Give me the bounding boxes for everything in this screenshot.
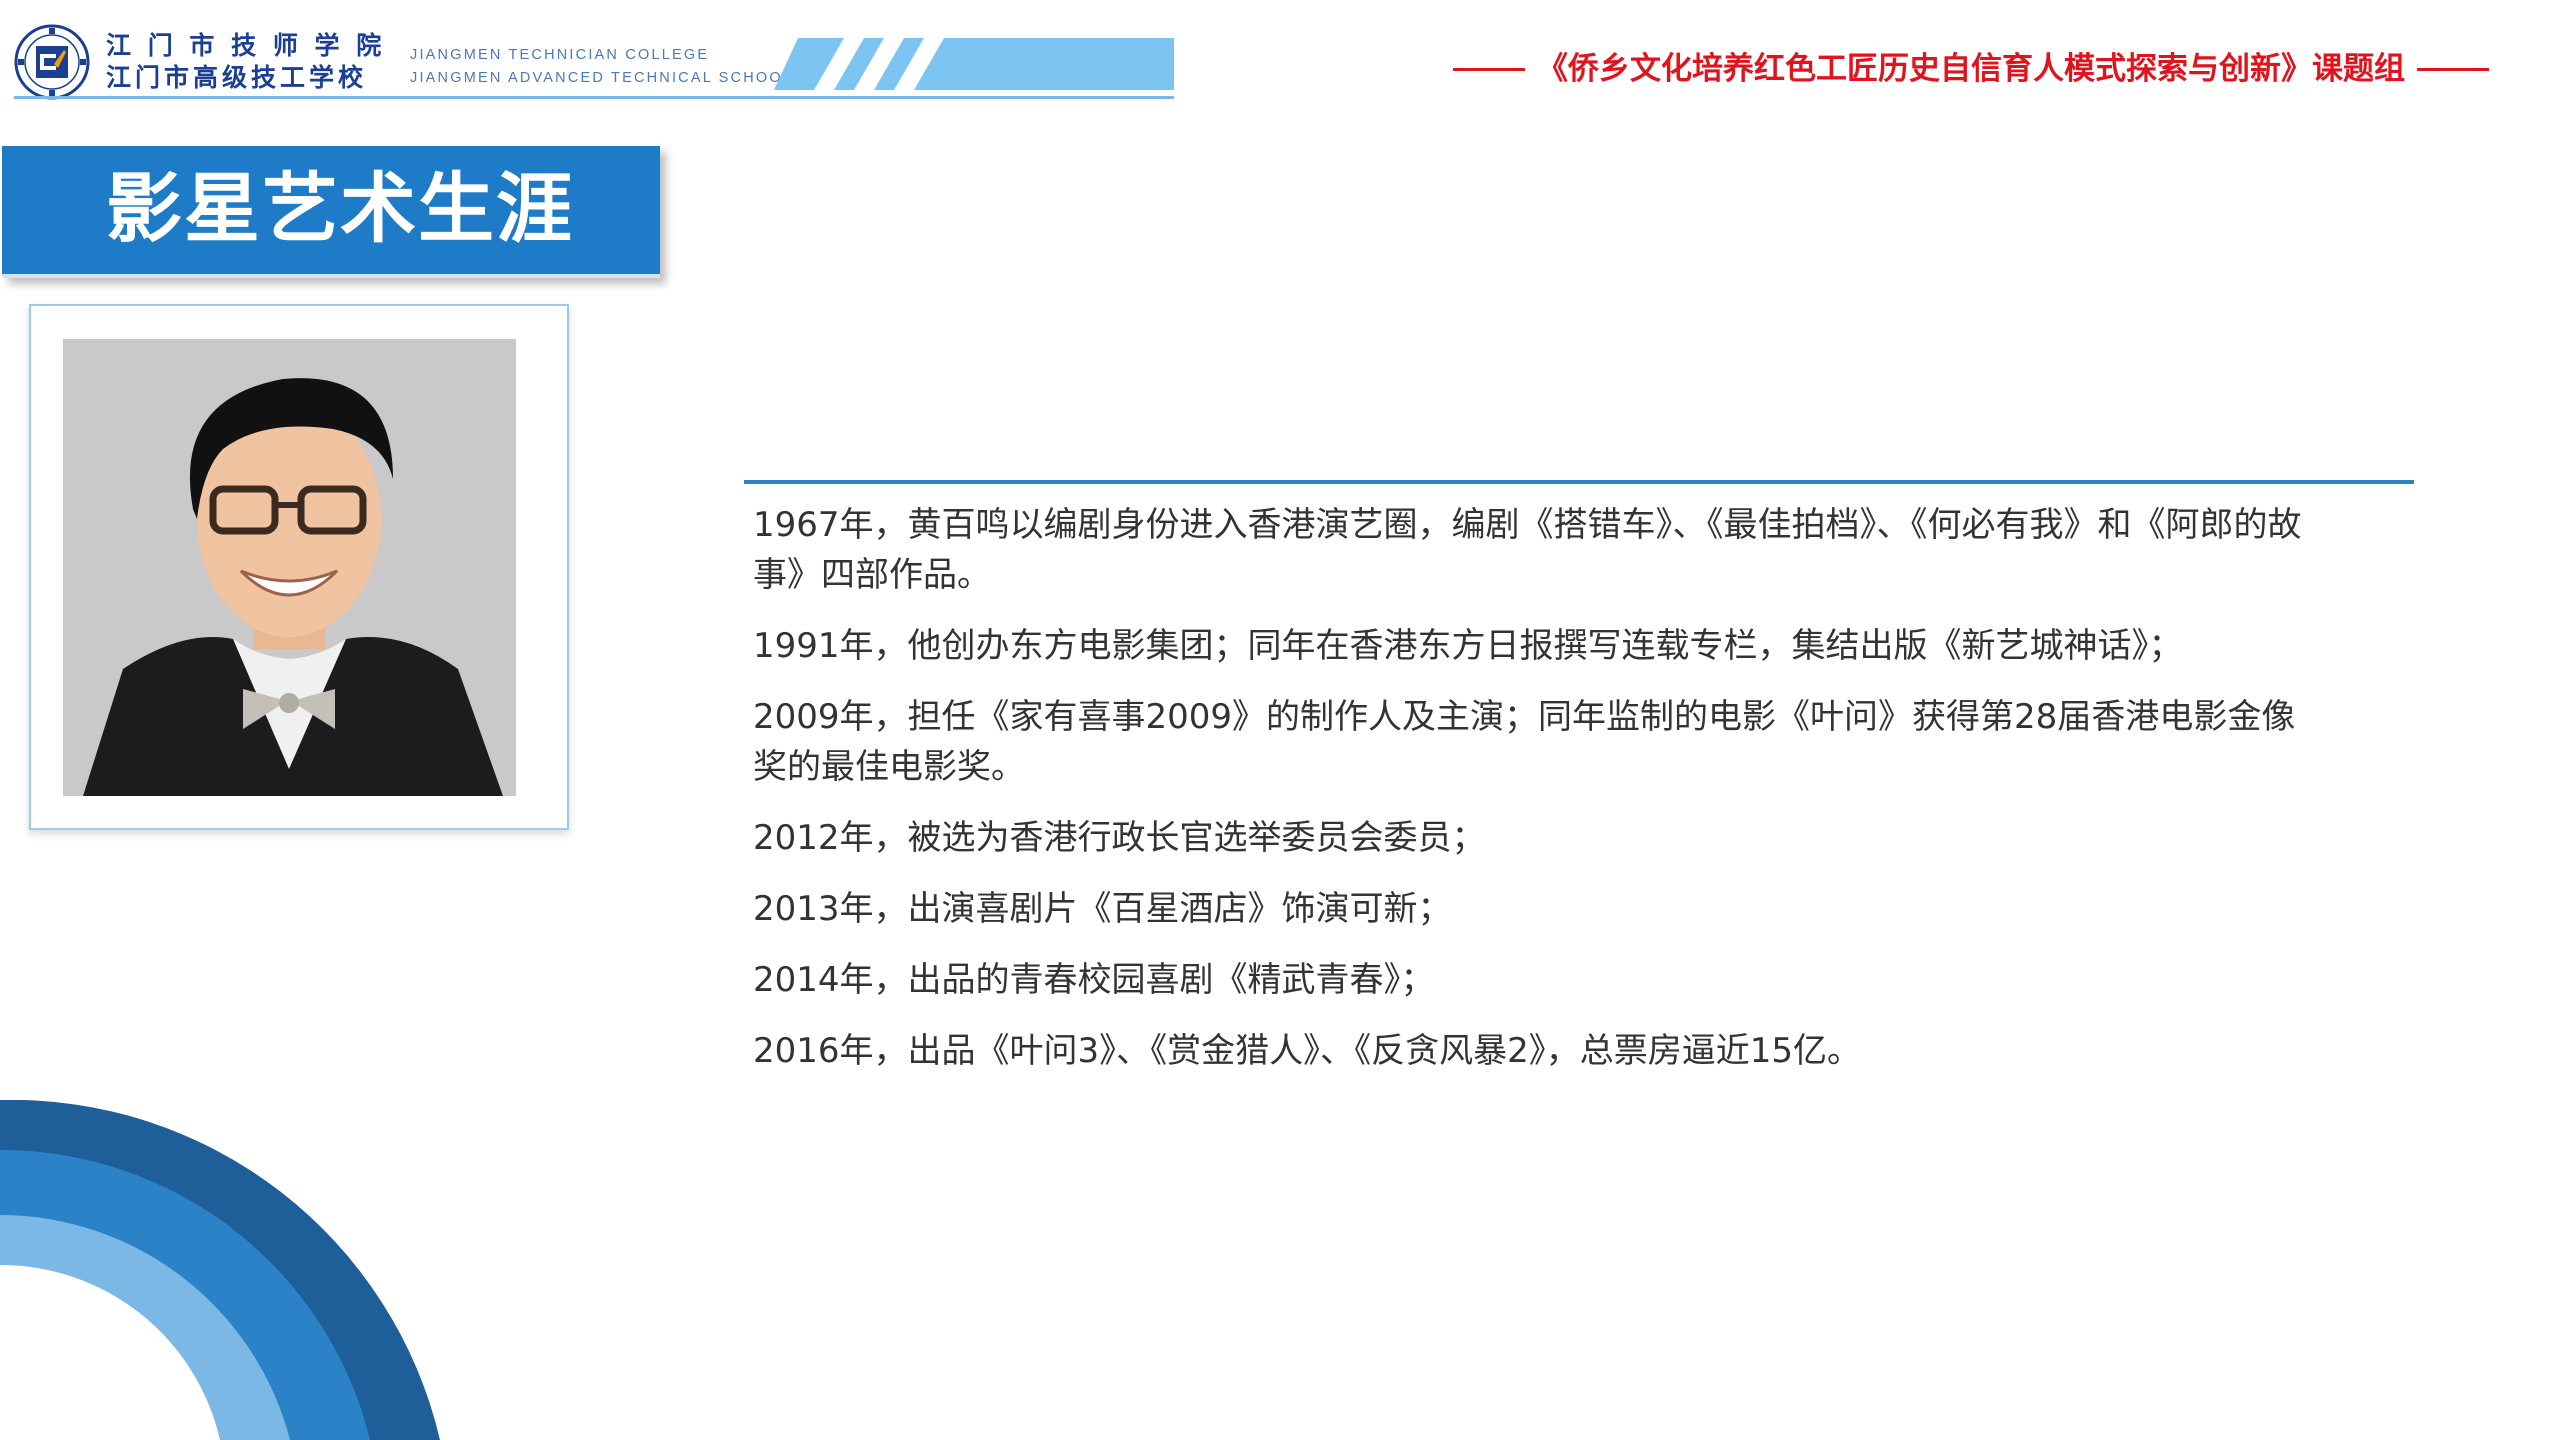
timeline-item: 2016年，出品《叶问3》、《赏金猎人》、《反贪风暴2》，总票房逼近15亿。 — [753, 1031, 1862, 1071]
timeline-item: 2009年，担任《家有喜事2009》的制作人及主演；同年监制的电影《叶问》获得第… — [753, 697, 2296, 787]
timeline-item: 1991年，他创办东方电影集团；同年在香港东方日报撰写连载专栏，集结出版《新艺城… — [753, 626, 2183, 666]
header-stripe-decoration — [774, 38, 1174, 90]
project-title: 《侨乡文化培养红色工匠历史自信育人模式探索与创新》课题组 — [1441, 48, 2501, 90]
school-name-en: JIANGMEN TECHNICIAN COLLEGE JIANGMEN ADV… — [410, 44, 793, 90]
timeline-item: 2012年，被选为香港行政长官选举委员会委员； — [753, 818, 1486, 858]
school-name-en-line2: JIANGMEN ADVANCED TECHNICAL SCHOOL — [410, 70, 794, 86]
corner-arc-decoration — [0, 1100, 440, 1440]
timeline-item: 1967年，黄百鸣以编剧身份进入香港演艺圈，编剧《搭错车》、《最佳拍档》、《何必… — [753, 505, 2302, 595]
school-name-cn-line1: 江 门 市 技 师 学 院 — [106, 31, 386, 60]
timeline-item: 2013年，出演喜剧片《百星酒店》饰演可新； — [753, 889, 1452, 929]
project-title-text: 《侨乡文化培养红色工匠历史自信育人模式探索与创新》课题组 — [1537, 51, 2405, 86]
header-underline — [14, 96, 1174, 99]
title-dash-right — [2417, 67, 2489, 71]
school-name-cn-line2: 江门市高级技工学校 — [106, 63, 368, 92]
title-dash-left — [1453, 67, 1525, 71]
portrait-frame — [29, 304, 569, 830]
school-logo-block: 江 门 市 技 师 学 院 江门市高级技工学校 JIANGMEN TECHNIC… — [14, 24, 1174, 100]
portrait-photo — [63, 339, 516, 796]
career-timeline: 1967年，黄百鸣以编剧身份进入香港演艺圈，编剧《搭错车》、《最佳拍档》、《何必… — [753, 500, 2313, 1097]
school-seal-icon — [14, 24, 90, 100]
section-title-box: 影星艺术生涯 — [2, 146, 660, 278]
school-name-cn: 江 门 市 技 师 学 院 江门市高级技工学校 — [106, 30, 385, 94]
content-divider — [744, 480, 2414, 484]
timeline-item: 2014年，出品的青春校园喜剧《精武青春》； — [753, 960, 1435, 1000]
section-title: 影星艺术生涯 — [106, 164, 574, 253]
school-name-en-line1: JIANGMEN TECHNICIAN COLLEGE — [410, 47, 710, 63]
